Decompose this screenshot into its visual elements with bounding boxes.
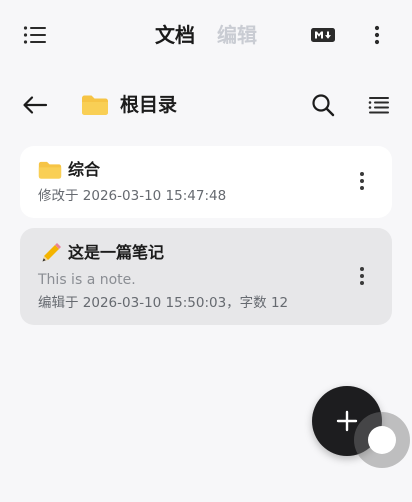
plus-icon bbox=[336, 410, 358, 432]
markdown-button[interactable] bbox=[308, 24, 338, 46]
top-app-bar: 文档 编辑 bbox=[0, 0, 412, 70]
dot bbox=[360, 281, 364, 285]
markdown-icon bbox=[311, 28, 335, 42]
dot bbox=[360, 186, 364, 190]
dot bbox=[360, 267, 364, 271]
item-title: 这是一篇笔记 bbox=[68, 243, 165, 262]
folder-icon bbox=[82, 95, 108, 115]
list-view-icon bbox=[368, 97, 389, 114]
item-more-button[interactable] bbox=[352, 167, 372, 195]
item-more-button[interactable] bbox=[352, 262, 372, 290]
touch-indicator-dot bbox=[368, 426, 396, 454]
path-bar: 根目录 bbox=[0, 80, 412, 130]
folder-icon bbox=[38, 161, 62, 179]
back-arrow-icon bbox=[23, 96, 48, 114]
view-mode-button[interactable] bbox=[364, 92, 394, 118]
search-icon bbox=[312, 94, 335, 117]
current-folder-icon-box bbox=[80, 92, 110, 118]
dot bbox=[360, 179, 364, 183]
pencil-icon bbox=[42, 243, 61, 262]
touch-indicator bbox=[354, 412, 410, 468]
dot bbox=[360, 172, 364, 176]
tab-edit[interactable]: 编辑 bbox=[206, 18, 268, 52]
item-title: 综合 bbox=[68, 160, 101, 179]
more-options-button[interactable] bbox=[364, 22, 390, 48]
list-item-folder[interactable]: 综合 修改于 2026-03-10 15:47:48 bbox=[20, 146, 392, 218]
dot bbox=[360, 274, 364, 278]
current-path-label: 根目录 bbox=[120, 94, 178, 116]
item-preview: This is a note. bbox=[38, 272, 136, 288]
item-modified-time: 修改于 2026-03-10 15:47:48 bbox=[38, 188, 227, 204]
item-edited-time: 编辑于 2026-03-10 15:50:03，字数 12 bbox=[38, 295, 289, 311]
search-button[interactable] bbox=[308, 90, 338, 120]
more-vert-icon bbox=[374, 25, 380, 45]
back-button[interactable] bbox=[18, 90, 52, 120]
list-item-note[interactable]: 这是一篇笔记 This is a note. 编辑于 2026-03-10 15… bbox=[20, 228, 392, 325]
tab-documents[interactable]: 文档 bbox=[144, 18, 206, 52]
mode-tabs: 文档 编辑 bbox=[0, 18, 412, 52]
